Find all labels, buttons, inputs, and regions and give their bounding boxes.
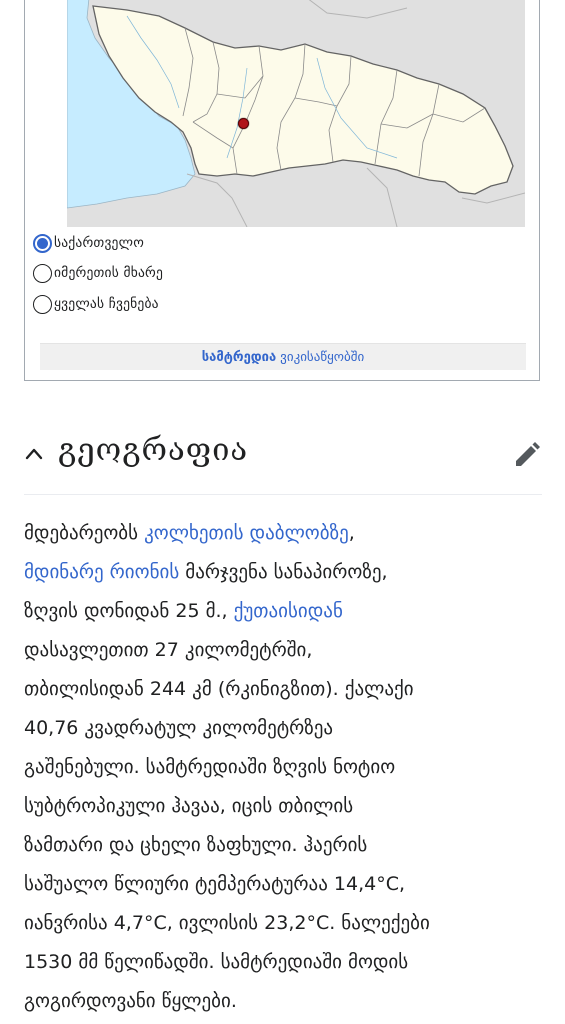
geography-paragraph: მდებარეობს კოლხეთის დაბლობზე, მდინარე რი…	[24, 514, 544, 1021]
text-line: ზამთარი და ცხელი ზაფხული. ჰაერის	[24, 834, 368, 856]
map-option-label: იმერეთის მხარე	[54, 265, 164, 281]
radio-selected-icon[interactable]	[33, 233, 52, 253]
radio-unselected-icon[interactable]	[33, 294, 52, 314]
text-line: გოგირდოვანი წყლები.	[24, 990, 237, 1012]
link-kutaisi[interactable]: ქუთაისიდან	[234, 600, 343, 622]
map-option-georgia[interactable]: საქართველო	[33, 229, 144, 257]
text-line: საშუალო წლიური ტემპერატურაა 14,4°C,	[24, 873, 406, 895]
map-option-show-all[interactable]: ყველას ჩვენება	[33, 290, 159, 318]
map-graphic	[67, 0, 525, 227]
text-line: იანვრისა 4,7°C, ივლისის 23,2°C. ნალექები	[24, 912, 430, 934]
edit-pencil-icon[interactable]	[512, 440, 542, 470]
locator-map-box: საქართველო იმერეთის მხარე ყველას ჩვენება…	[24, 0, 540, 381]
text-line: 40,76 კვადრატულ კილომეტრზეა	[24, 717, 334, 739]
text-line: სუბტროპიკული ჰავაა, იცის თბილის	[24, 795, 354, 817]
text-line: თბილისიდან 244 კმ (რკინიგზით). ქალაქი	[24, 678, 414, 700]
text-line: მდინარე რიონის მარჯვენა სანაპიროზე,	[24, 561, 388, 583]
section-title: გეოგრაფია	[58, 432, 249, 468]
text-line: დასავლეთით 27 კილომეტრში,	[24, 639, 313, 661]
text-line: 1530 მმ წელიწადში. სამტრედიაში მოდის	[24, 951, 409, 973]
commons-caption: სამტრედია ვიკისაწყობში	[40, 343, 526, 370]
locator-map[interactable]	[67, 0, 525, 227]
location-marker-icon	[238, 118, 249, 129]
chevron-up-icon[interactable]	[24, 444, 44, 464]
text-line: ზღვის დონიდან 25 მ., ქუთაისიდან	[24, 600, 343, 622]
text-line: გაშენებული. სამტრედიაში ზღვის ნოტიო	[24, 756, 396, 778]
map-option-label: ყველას ჩვენება	[54, 296, 159, 312]
commons-link-bold[interactable]: სამტრედია	[202, 350, 276, 365]
link-kolkheti-lowland[interactable]: კოლხეთის დაბლობზე	[144, 522, 349, 544]
map-option-label: საქართველო	[54, 235, 145, 251]
section-header-geography[interactable]: გეოგრაფია	[24, 420, 542, 495]
map-option-imereti[interactable]: იმერეთის მხარე	[33, 259, 163, 287]
text-line: მდებარეობს კოლხეთის დაბლობზე,	[24, 522, 355, 544]
radio-unselected-icon[interactable]	[33, 263, 52, 283]
link-rioni-river[interactable]: მდინარე რიონის	[24, 561, 179, 583]
commons-link[interactable]: ვიკისაწყობში	[280, 350, 364, 365]
